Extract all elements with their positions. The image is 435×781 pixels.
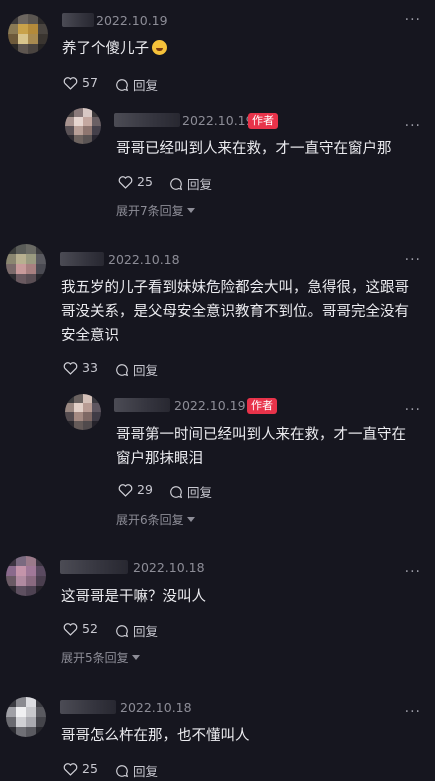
reply-button[interactable]: 回复	[115, 761, 158, 780]
like-count: 29	[137, 482, 153, 497]
like-button[interactable]: 25	[63, 761, 98, 776]
like-button[interactable]: 33	[63, 360, 98, 375]
comment-text: 哥哥怎么杵在那，也不懂叫人	[61, 728, 250, 744]
expand-replies-button[interactable]: 展开6条回复	[116, 511, 195, 528]
username[interactable]	[60, 700, 116, 714]
expand-replies-button[interactable]: 展开7条回复	[116, 202, 195, 219]
username[interactable]	[114, 113, 180, 127]
heart-icon	[63, 76, 78, 90]
like-count: 52	[82, 621, 98, 636]
more-options-icon[interactable]: ···	[405, 704, 421, 720]
more-options-icon[interactable]: ···	[405, 564, 421, 580]
comment-date: 2022.10.19	[96, 13, 168, 28]
chevron-down-icon	[186, 516, 195, 522]
reply-button[interactable]: 回复	[169, 174, 212, 193]
more-options-icon[interactable]: ···	[405, 118, 421, 134]
username[interactable]	[60, 560, 128, 574]
reply-date: 2022.10.19	[174, 398, 246, 413]
reply-date: 2022.10.19	[182, 113, 254, 128]
reply-button[interactable]: 回复	[115, 360, 158, 379]
username[interactable]	[62, 13, 94, 27]
reply-text: 哥哥已经叫到人来在救，才一直守在窗户那	[116, 141, 392, 157]
like-count: 25	[137, 174, 153, 189]
like-count: 25	[82, 761, 98, 776]
avatar[interactable]	[65, 108, 101, 144]
heart-icon	[63, 622, 78, 636]
comment-text: 我五岁的儿子看到妹妹危险都会大叫，急得很，这跟哥哥没关系，是父母安全意识教育不到…	[61, 280, 409, 344]
more-options-icon[interactable]: ···	[405, 12, 421, 28]
reply-bubble-icon	[170, 485, 183, 498]
avatar[interactable]	[6, 556, 46, 596]
reply-bubble-icon	[116, 624, 129, 637]
reply-bubble-icon	[116, 764, 129, 777]
comment-text: 养了个傻儿子	[62, 37, 402, 61]
username[interactable]	[114, 398, 170, 412]
chevron-down-icon	[131, 654, 140, 660]
reply-bubble-icon	[116, 78, 129, 91]
like-button[interactable]: 57	[63, 75, 98, 90]
like-count: 57	[82, 75, 98, 90]
avatar[interactable]	[6, 244, 46, 284]
more-options-icon[interactable]: ···	[405, 402, 421, 418]
chevron-down-icon	[186, 207, 195, 213]
like-button[interactable]: 52	[63, 621, 98, 636]
like-button[interactable]: 25	[118, 174, 153, 189]
comment-date: 2022.10.18	[133, 560, 205, 575]
author-badge: 作者	[247, 398, 277, 414]
author-badge: 作者	[248, 113, 278, 129]
reply-text: 哥哥第一时间已经叫到人来在救，才一直守在窗户那抹眼泪	[116, 427, 406, 467]
expand-replies-button[interactable]: 展开5条回复	[61, 649, 140, 666]
comment-date: 2022.10.18	[108, 252, 180, 267]
avatar[interactable]	[8, 14, 48, 54]
heart-icon	[118, 483, 133, 497]
laughing-emoji-icon	[152, 40, 167, 55]
reply-bubble-icon	[170, 177, 183, 190]
reply-bubble-icon	[116, 363, 129, 376]
heart-icon	[63, 361, 78, 375]
heart-icon	[63, 762, 78, 776]
avatar[interactable]	[65, 394, 101, 430]
like-count: 33	[82, 360, 98, 375]
like-button[interactable]: 29	[118, 482, 153, 497]
reply-button[interactable]: 回复	[169, 482, 212, 501]
comment-date: 2022.10.18	[120, 700, 192, 715]
reply-button[interactable]: 回复	[115, 621, 158, 640]
avatar[interactable]	[6, 697, 46, 737]
heart-icon	[118, 175, 133, 189]
more-options-icon[interactable]: ···	[405, 252, 421, 268]
username[interactable]	[60, 252, 104, 266]
comment-text: 这哥哥是干嘛？没叫人	[61, 589, 206, 605]
reply-button[interactable]: 回复	[115, 75, 158, 94]
